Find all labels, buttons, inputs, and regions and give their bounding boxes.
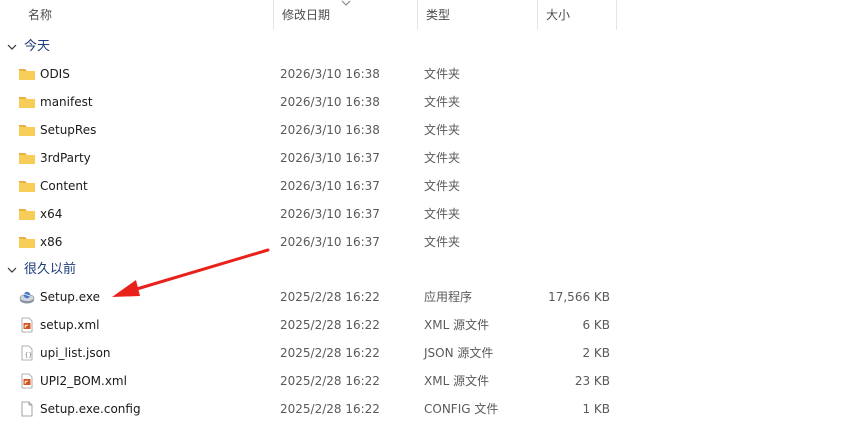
item-date: 2026/3/10 16:38 — [280, 123, 380, 137]
chevron-down-icon — [7, 267, 17, 273]
group-title: 很久以前 — [24, 262, 77, 277]
json-file-icon: {} — [18, 345, 36, 361]
item-name: SetupRes — [40, 123, 97, 137]
item-type: XML 源文件 — [424, 374, 490, 388]
list-item-setupres[interactable]: SetupRes 2026/3/10 16:38 文件夹 — [0, 116, 864, 144]
item-date: 2026/3/10 16:37 — [280, 207, 380, 221]
column-header-bar: 名称 修改日期 类型 大小 — [0, 0, 864, 30]
item-type: XML 源文件 — [424, 318, 490, 332]
item-date: 2026/3/10 16:37 — [280, 235, 380, 249]
column-header-name[interactable]: 名称 — [20, 0, 273, 30]
item-size: 1 KB — [582, 402, 610, 416]
sort-chevron-down-icon — [341, 0, 351, 6]
folder-icon — [18, 206, 36, 222]
item-date: 2026/3/10 16:37 — [280, 179, 380, 193]
folder-icon — [18, 150, 36, 166]
svg-text:{}: {} — [25, 352, 33, 359]
item-name: UPI2_BOM.xml — [40, 374, 127, 388]
item-name: upi_list.json — [40, 346, 111, 360]
item-size: 6 KB — [582, 318, 610, 332]
item-size: 17,566 KB — [548, 290, 610, 304]
xml-file-icon — [18, 317, 36, 333]
installer-icon — [18, 289, 36, 305]
item-size: 23 KB — [574, 374, 610, 388]
item-name: x86 — [40, 235, 63, 249]
list-item-setup-exe[interactable]: Setup.exe 2025/2/28 16:22 应用程序 17,566 KB — [0, 283, 864, 311]
list-item-x86[interactable]: x86 2026/3/10 16:37 文件夹 — [0, 228, 864, 256]
item-size: 2 KB — [582, 346, 610, 360]
folder-icon — [18, 66, 36, 82]
item-type: 文件夹 — [424, 123, 461, 137]
item-type: 文件夹 — [424, 235, 461, 249]
item-date: 2025/2/28 16:22 — [280, 290, 380, 304]
list-item-3rdparty[interactable]: 3rdParty 2026/3/10 16:37 文件夹 — [0, 144, 864, 172]
list-item-odis[interactable]: ODIS 2026/3/10 16:38 文件夹 — [0, 60, 864, 88]
item-name: setup.xml — [40, 318, 100, 332]
item-date: 2025/2/28 16:22 — [280, 402, 380, 416]
item-name: x64 — [40, 207, 63, 221]
item-type: JSON 源文件 — [424, 346, 494, 360]
folder-icon — [18, 122, 36, 138]
folder-icon — [18, 178, 36, 194]
folder-icon — [18, 94, 36, 110]
item-type: 文件夹 — [424, 95, 461, 109]
item-type: CONFIG 文件 — [424, 402, 499, 416]
list-item-content[interactable]: Content 2026/3/10 16:37 文件夹 — [0, 172, 864, 200]
list-item-upi-list-json[interactable]: {} upi_list.json 2025/2/28 16:22 JSON 源文件 2 … — [0, 339, 864, 367]
item-name: ODIS — [40, 67, 70, 81]
item-date: 2026/3/10 16:38 — [280, 95, 380, 109]
file-icon — [18, 401, 36, 417]
folder-icon — [18, 234, 36, 250]
item-date: 2025/2/28 16:22 — [280, 346, 380, 360]
list-item-setup-exe-config[interactable]: Setup.exe.config 2025/2/28 16:22 CONFIG 文件… — [0, 395, 864, 423]
list-item-manifest[interactable]: manifest 2026/3/10 16:38 文件夹 — [0, 88, 864, 116]
item-type: 应用程序 — [424, 290, 473, 304]
group-title: 今天 — [24, 39, 51, 54]
item-name: Content — [40, 179, 88, 193]
item-date: 2025/2/28 16:22 — [280, 318, 380, 332]
list-item-setup-xml[interactable]: setup.xml 2025/2/28 16:22 XML 源文件 6 KB — [0, 311, 864, 339]
item-type: 文件夹 — [424, 179, 461, 193]
item-name: manifest — [40, 95, 93, 109]
item-date: 2026/3/10 16:37 — [280, 151, 380, 165]
column-header-size[interactable]: 大小 — [537, 0, 617, 30]
item-date: 2026/3/10 16:38 — [280, 67, 380, 81]
list-item-x64[interactable]: x64 2026/3/10 16:37 文件夹 — [0, 200, 864, 228]
column-header-type[interactable]: 类型 — [417, 0, 537, 30]
item-name: Setup.exe.config — [40, 402, 141, 416]
list-item-upi2-bom-xml[interactable]: UPI2_BOM.xml 2025/2/28 16:22 XML 源文件 23 KB — [0, 367, 864, 395]
chevron-down-icon — [7, 44, 17, 50]
xml-file-icon — [18, 373, 36, 389]
item-type: 文件夹 — [424, 67, 461, 81]
item-name: 3rdParty — [40, 151, 91, 165]
item-type: 文件夹 — [424, 207, 461, 221]
item-type: 文件夹 — [424, 151, 461, 165]
item-date: 2025/2/28 16:22 — [280, 374, 380, 388]
item-name: Setup.exe — [40, 290, 101, 304]
